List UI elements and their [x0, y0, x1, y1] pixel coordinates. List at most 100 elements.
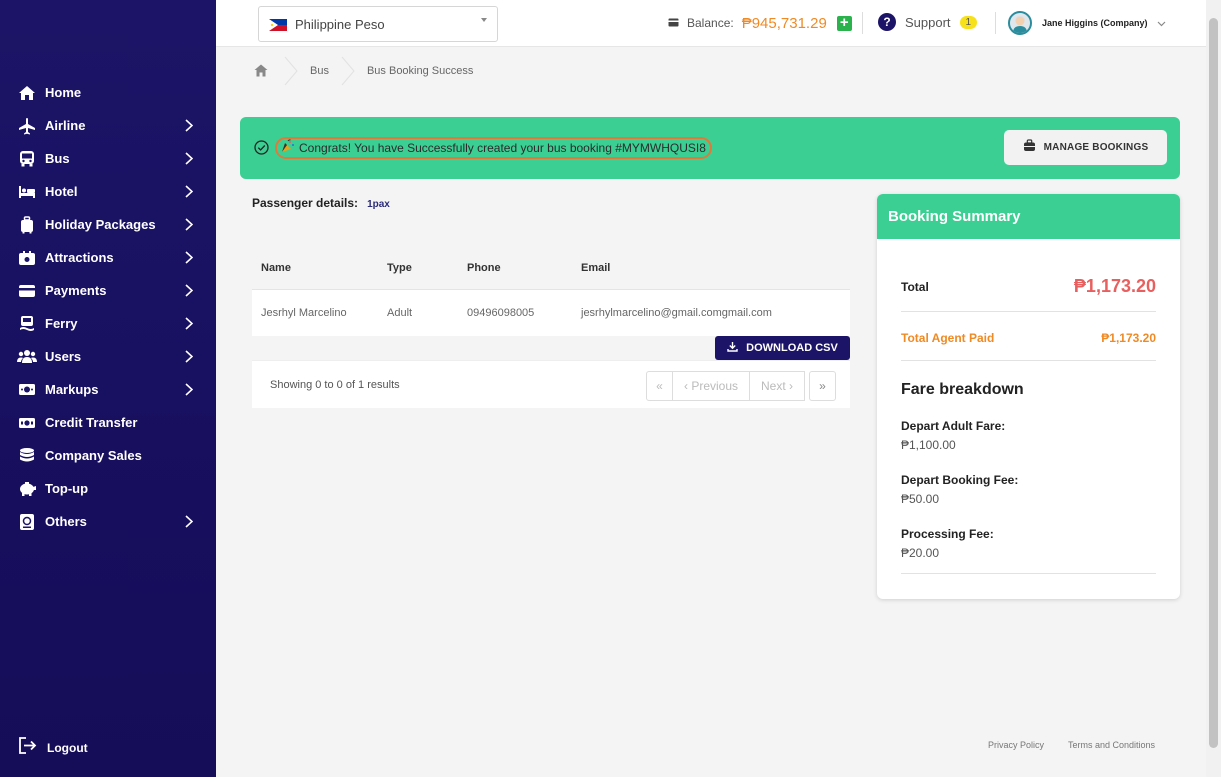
logout-icon: [18, 736, 37, 760]
sidebar-item-top-up[interactable]: Top-up: [0, 472, 216, 505]
user-menu[interactable]: Jane Higgins (Company): [1008, 11, 1166, 35]
piggy-bank-icon: [17, 480, 37, 498]
sidebar-item-users[interactable]: Users: [0, 340, 216, 373]
user-name: Jane Higgins (Company): [1042, 18, 1148, 28]
sidebar-item-label: Hotel: [45, 184, 78, 199]
chevron-down-icon: [1157, 14, 1166, 32]
passenger-table: Name Type Phone Email Jesrhyl Marcelino …: [252, 246, 850, 336]
philippines-flag-icon: [269, 18, 287, 31]
results-info: Showing 0 to 0 of 1 results: [270, 379, 400, 391]
sidebar-item-label: Credit Transfer: [45, 415, 138, 430]
add-balance-button[interactable]: +: [836, 15, 852, 31]
fee-item: Depart Booking Fee: ₱50.00: [901, 473, 1018, 506]
fee-value: ₱50.00: [901, 492, 940, 506]
ticket-icon: [17, 249, 37, 267]
sidebar-item-label: Attractions: [45, 250, 114, 265]
top-bar: Philippine Peso Balance: ₱945,731.29 + ?…: [216, 0, 1206, 47]
sidebar-item-markups[interactable]: Markups: [0, 373, 216, 406]
pagination: « ‹ Previous Next › »: [646, 371, 836, 401]
currency-select[interactable]: Philippine Peso: [258, 6, 498, 42]
sidebar-item-payments[interactable]: Payments: [0, 274, 216, 307]
agent-paid-row: Total Agent Paid ₱1,173.20: [901, 331, 1156, 345]
logout-button[interactable]: Logout: [18, 736, 88, 760]
privacy-policy-link[interactable]: Privacy Policy: [988, 740, 1044, 750]
column-header-phone[interactable]: Phone: [467, 262, 581, 274]
first-page-button[interactable]: «: [646, 371, 673, 401]
users-icon: [17, 348, 37, 366]
fee-label: Depart Booking Fee:: [901, 473, 1019, 487]
sidebar-item-attractions[interactable]: Attractions: [0, 241, 216, 274]
previous-page-button[interactable]: ‹ Previous: [673, 371, 750, 401]
sidebar-item-home[interactable]: Home: [0, 76, 216, 109]
column-header-name[interactable]: Name: [252, 262, 387, 274]
dropdown-caret-icon: [481, 18, 487, 22]
total-value: ₱1,173.20: [1073, 276, 1156, 296]
agent-paid-value: ₱1,173.20: [1101, 331, 1156, 345]
luggage-icon: [17, 215, 37, 234]
success-message-text: Congrats! You have Successfully created …: [299, 141, 706, 155]
chevron-right-icon: [184, 218, 194, 232]
chevron-right-icon: [184, 350, 194, 364]
breadcrumb-separator-icon: [341, 56, 355, 86]
sidebar-item-label: Users: [45, 349, 82, 364]
terms-link[interactable]: Terms and Conditions: [1068, 740, 1155, 750]
next-page-button[interactable]: Next ›: [750, 371, 805, 401]
scrollbar-thumb[interactable]: [1209, 18, 1218, 748]
column-header-type[interactable]: Type: [387, 262, 467, 274]
support-button[interactable]: ? Support 1: [878, 13, 978, 31]
sidebar-item-bus[interactable]: Bus: [0, 142, 216, 175]
chevron-right-icon: [184, 152, 194, 166]
chevron-right-icon: [184, 515, 194, 529]
breadcrumb-item-bus[interactable]: Bus: [310, 65, 329, 77]
sidebar-nav: Home Airline Bus Hotel Holiday Packages …: [0, 76, 216, 538]
sidebar-item-label: Top-up: [45, 481, 89, 496]
divider: [901, 311, 1156, 312]
success-message: Congrats! You have Successfully created …: [275, 137, 712, 159]
sidebar: Home Airline Bus Hotel Holiday Packages …: [0, 0, 216, 777]
home-icon[interactable]: [254, 64, 270, 78]
sidebar-item-label: Ferry: [45, 316, 78, 331]
last-page-button[interactable]: »: [809, 371, 836, 401]
table-header: Name Type Phone Email: [252, 246, 850, 290]
avatar: [1008, 11, 1032, 35]
sidebar-item-hotel[interactable]: Hotel: [0, 175, 216, 208]
divider: [901, 360, 1156, 361]
download-csv-button[interactable]: DOWNLOAD CSV: [715, 336, 850, 360]
home-icon: [17, 84, 37, 102]
column-header-email[interactable]: Email: [581, 262, 850, 274]
sidebar-item-others[interactable]: Others: [0, 505, 216, 538]
sidebar-item-ferry[interactable]: Ferry: [0, 307, 216, 340]
divider: [901, 573, 1156, 574]
balance-display: Balance: ₱945,731.29 +: [668, 12, 852, 34]
logout-label: Logout: [47, 741, 88, 755]
download-csv-label: DOWNLOAD CSV: [746, 342, 838, 354]
sidebar-item-airline[interactable]: Airline: [0, 109, 216, 142]
chevron-right-icon: [184, 317, 194, 331]
currency-value: Philippine Peso: [295, 16, 385, 32]
fee-item: Processing Fee: ₱20.00: [901, 527, 994, 560]
divider: [862, 12, 863, 34]
balance-value: ₱945,731.29: [741, 14, 827, 32]
total-row: Total ₱1,173.20: [901, 276, 1156, 297]
party-popper-icon: [281, 138, 295, 158]
agent-paid-label: Total Agent Paid: [901, 331, 995, 345]
sidebar-item-credit-transfer[interactable]: Credit Transfer: [0, 406, 216, 439]
divider: [995, 12, 996, 34]
chevron-right-icon: [184, 119, 194, 133]
sidebar-item-label: Markups: [45, 382, 99, 397]
manage-bookings-button[interactable]: MANAGE BOOKINGS: [1004, 130, 1167, 165]
cell-name: Jesrhyl Marcelino: [261, 307, 347, 319]
coins-icon: [17, 447, 37, 465]
question-icon: ?: [878, 13, 896, 31]
booking-summary-card: Booking Summary Total ₱1,173.20 Total Ag…: [877, 194, 1180, 599]
support-label: Support: [905, 14, 951, 30]
airplane-icon: [17, 117, 37, 135]
balance-label: Balance:: [687, 16, 734, 30]
sidebar-item-label: Airline: [45, 118, 86, 133]
sidebar-item-company-sales[interactable]: Company Sales: [0, 439, 216, 472]
support-count-badge: 1: [959, 15, 978, 29]
money-icon: [17, 381, 37, 399]
page-scrollbar[interactable]: [1206, 0, 1221, 777]
sidebar-item-holiday-packages[interactable]: Holiday Packages: [0, 208, 216, 241]
bus-icon: [17, 150, 37, 168]
